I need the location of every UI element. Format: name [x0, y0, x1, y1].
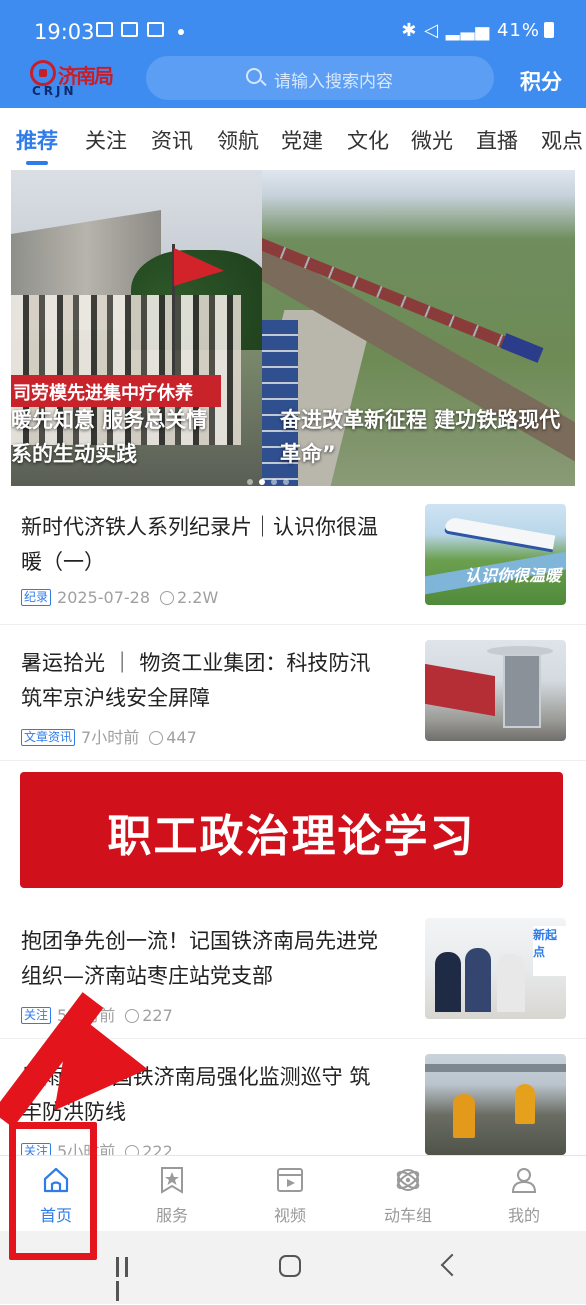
news-time: 2025-07-28 [57, 588, 150, 607]
nav-label: 动车组 [383, 1206, 432, 1225]
news-item[interactable]: 暑运拾光 ｜ 物资工业集团：科技防汛筑牢京沪线安全屏障 文章资讯 7小时前 447 [0, 624, 586, 761]
locomotive-image [500, 333, 544, 363]
thumb-person [465, 948, 491, 1012]
promo-banner[interactable]: 职工政治理论学习 [20, 772, 563, 888]
thumb-train [444, 516, 556, 550]
news-title: 暑运拾光 ｜ 物资工业集团：科技防汛筑牢京沪线安全屏障 [21, 651, 371, 710]
points-button[interactable]: 积分 [520, 66, 562, 96]
tab-culture[interactable]: 文化 [347, 125, 389, 155]
recent-apps-icon[interactable] [116, 1257, 138, 1301]
views-icon [160, 591, 174, 605]
news-thumbnail [425, 1054, 566, 1155]
status-time: 19:03 [34, 20, 95, 44]
check-notification-icon [147, 22, 164, 37]
atom-icon [396, 1169, 420, 1191]
banner-caption-2-line1: 奋进改革新征程 建功铁路现代 [280, 408, 561, 432]
system-home-icon[interactable] [279, 1255, 301, 1277]
user-icon [511, 1168, 537, 1193]
nav-label: 我的 [507, 1206, 540, 1225]
slide-sign-text: 司劳模先进集中疗休养 [13, 383, 193, 404]
image-notification-icon [96, 22, 113, 37]
video-icon [277, 1168, 303, 1192]
news-views: 227 [142, 1006, 173, 1025]
logo-en: CRJN [32, 84, 77, 98]
nav-services[interactable]: 服务 [132, 1162, 212, 1228]
news-views: 2.2W [177, 588, 219, 607]
news-thumbnail [425, 640, 566, 741]
carousel-dot [283, 479, 289, 485]
promo-text: 职工政治理论学习 [107, 811, 476, 862]
tab-party[interactable]: 党建 [281, 125, 323, 155]
tab-opinion[interactable]: 观点 [541, 125, 583, 155]
app-logo[interactable]: 济南局 CRJN [30, 58, 120, 98]
views-icon [149, 731, 164, 745]
search-bar[interactable]: 请输入搜索内容 [146, 56, 494, 100]
category-tabs: 推荐 关注 资讯 领航 党建 文化 微光 直播 观点 [0, 108, 586, 166]
system-back-icon[interactable] [440, 1253, 464, 1277]
nav-label: 服务 [155, 1206, 188, 1225]
search-icon [246, 68, 262, 84]
annotation-highlight-box [9, 1122, 97, 1260]
news-thumbnail: 新起点 [425, 918, 566, 1019]
nav-video[interactable]: 视频 [250, 1162, 330, 1228]
banner-caption-1-line1: 暖先知意 服务总关情 [11, 408, 208, 432]
status-bar: 19:03 ✱ ◁ ▂▃▅ 41% [0, 0, 586, 56]
bookmark-star-icon [161, 1167, 183, 1194]
news-title: 抱团争先创一流！记国铁济南局先进党组织—济南站枣庄站党支部 [21, 929, 378, 988]
banner-carousel[interactable]: 司劳模先进集中疗休养 暖先知意 服务总关情 系的生动实践 奋进改革新征程 建功铁… [11, 170, 575, 486]
news-time: 7小时前 [81, 728, 140, 747]
news-meta: 文章资讯 7小时前 447 [21, 724, 197, 748]
thumb-caption: 认识你很温暖 [465, 566, 562, 585]
carousel-dot [271, 479, 277, 485]
thumb-sign: 新起点 [533, 926, 566, 976]
battery-percent: 41% [496, 20, 540, 41]
views-icon [125, 1009, 140, 1023]
news-tag: 纪录 [21, 589, 52, 606]
tab-live[interactable]: 直播 [476, 125, 518, 155]
tab-glimmer[interactable]: 微光 [411, 125, 453, 155]
news-tag: 关注 [21, 1007, 52, 1024]
app-notification-icon [121, 22, 138, 37]
active-tab-indicator [26, 161, 48, 165]
banner-slide-1[interactable]: 司劳模先进集中疗休养 暖先知意 服务总关情 系的生动实践 [11, 170, 262, 486]
news-tag: 文章资讯 [21, 729, 76, 746]
news-thumbnail: 认识你很温暖 [425, 504, 566, 605]
thumb-train-car [425, 663, 495, 717]
thumb-worker [515, 1084, 535, 1124]
banner-caption-2-line2: 革命” [280, 442, 336, 466]
thumb-instrument [503, 654, 541, 728]
thumb-bridge [425, 1064, 566, 1072]
thumb-person [497, 954, 525, 1012]
battery-icon [544, 22, 554, 38]
search-placeholder: 请输入搜索内容 [274, 72, 393, 92]
news-meta: 纪录 2025-07-28 2.2W [21, 588, 218, 607]
railway-emblem-icon [30, 60, 56, 86]
news-title: 新时代济铁人系列纪录片｜认识你很温暖（一） [21, 515, 378, 574]
carousel-dot [247, 479, 253, 485]
banner-caption-1-line2: 系的生动实践 [11, 442, 137, 466]
tab-news[interactable]: 资讯 [151, 125, 193, 155]
nav-profile[interactable]: 我的 [484, 1162, 564, 1228]
news-item[interactable]: 新时代济铁人系列纪录片｜认识你很温暖（一） 纪录 2025-07-28 2.2W 认… [0, 488, 586, 625]
carousel-dot-active [259, 479, 265, 485]
nav-emu[interactable]: 动车组 [368, 1162, 448, 1228]
tab-follow[interactable]: 关注 [85, 125, 127, 155]
thumb-worker [453, 1094, 475, 1138]
top-bar: 19:03 ✱ ◁ ▂▃▅ 41% 济南局 CRJN 请输入搜索内容 积分 [0, 0, 586, 108]
thumb-person [435, 952, 461, 1012]
nav-label: 视频 [273, 1206, 306, 1225]
tab-leadership[interactable]: 领航 [217, 125, 259, 155]
more-notifications-icon [178, 29, 184, 35]
carousel-dots [247, 470, 307, 485]
tab-recommend[interactable]: 推荐 [16, 125, 58, 155]
status-right: ✱ ◁ ▂▃▅ 41% [401, 20, 554, 41]
news-views: 447 [166, 728, 197, 747]
